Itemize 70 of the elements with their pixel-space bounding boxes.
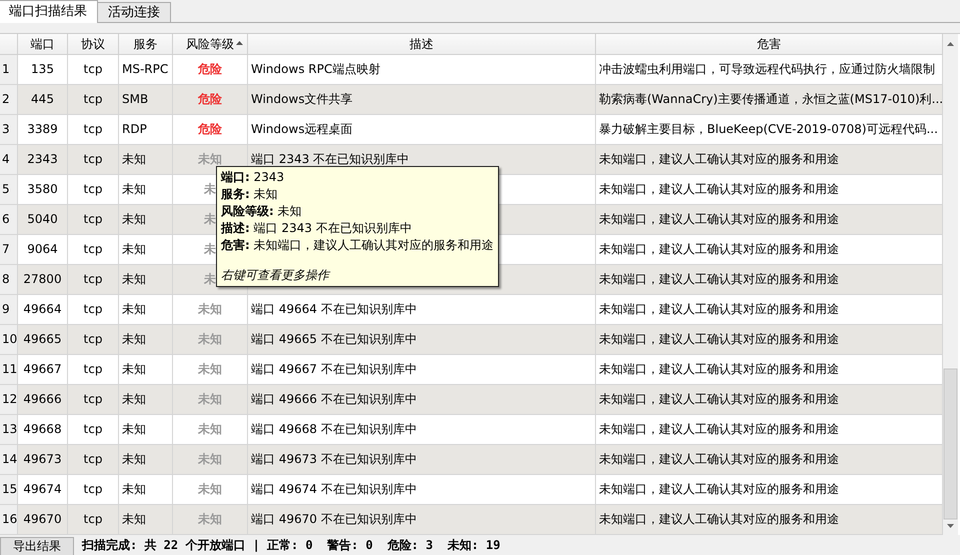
table-cell: 49673 <box>18 445 68 475</box>
table-cell: 未知端口，建议人工确认其对应的服务和用途 <box>596 205 943 235</box>
row-number: 12 <box>0 385 18 415</box>
row-number: 11 <box>0 355 18 385</box>
table-cell: 49670 <box>18 505 68 535</box>
column-header[interactable]: 风险等级 <box>173 34 248 55</box>
table-cell: 端口 49665 不在已知识别库中 <box>248 325 596 355</box>
row-number: 15 <box>0 475 18 505</box>
table-cell: tcp <box>68 265 119 295</box>
row-number: 16 <box>0 505 18 535</box>
table-cell: 2343 <box>18 145 68 175</box>
table-cell: 端口 49670 不在已知识别库中 <box>248 505 596 535</box>
row-number: 9 <box>0 295 18 325</box>
export-button[interactable]: 导出结果 <box>0 536 74 555</box>
table-cell: 49666 <box>18 385 68 415</box>
row-number: 4 <box>0 145 18 175</box>
row-number: 8 <box>0 265 18 295</box>
table-cell: 未知 <box>173 505 248 535</box>
table-cell: 5040 <box>18 205 68 235</box>
table-cell: SMB <box>119 85 173 115</box>
table-cell: 未知端口，建议人工确认其对应的服务和用途 <box>596 505 943 535</box>
table-cell: tcp <box>68 325 119 355</box>
row-number: 14 <box>0 445 18 475</box>
tab[interactable]: 活动连接 <box>97 2 171 22</box>
table-cell: 未知 <box>173 385 248 415</box>
table-cell: 勒索病毒(WannaCry)主要传播通道，永恒之蓝(MS17-010)利... <box>596 85 943 115</box>
status-text: 扫描完成: 共 22 个开放端口 | 正常: 0 警告: 0 危险: 3 未知: 19 <box>82 537 500 554</box>
table-cell: 未知 <box>119 325 173 355</box>
table-cell: 27800 <box>18 265 68 295</box>
table-cell: 未知端口，建议人工确认其对应的服务和用途 <box>596 325 943 355</box>
table-cell: 未知 <box>119 385 173 415</box>
table-cell: tcp <box>68 145 119 175</box>
row-number: 13 <box>0 415 18 445</box>
table-cell: tcp <box>68 445 119 475</box>
row-number: 10 <box>0 325 18 355</box>
column-header[interactable]: 服务 <box>119 34 173 55</box>
row-number: 6 <box>0 205 18 235</box>
table-cell: 未知 <box>119 145 173 175</box>
column-header[interactable]: 端口 <box>18 34 68 55</box>
corner-header[interactable] <box>0 34 18 55</box>
table-cell: tcp <box>68 505 119 535</box>
table-cell: 未知端口，建议人工确认其对应的服务和用途 <box>596 265 943 295</box>
row-number: 2 <box>0 85 18 115</box>
table-cell: 未知 <box>173 325 248 355</box>
table-cell: 端口 49673 不在已知识别库中 <box>248 445 596 475</box>
column-header[interactable]: 协议 <box>68 34 119 55</box>
row-number: 5 <box>0 175 18 205</box>
table-cell: tcp <box>68 85 119 115</box>
table-cell: 未知 <box>119 205 173 235</box>
table-cell: 未知 <box>119 505 173 535</box>
column-header[interactable]: 描述 <box>248 34 596 55</box>
table-cell: 未知端口，建议人工确认其对应的服务和用途 <box>596 445 943 475</box>
table-cell: 未知端口，建议人工确认其对应的服务和用途 <box>596 385 943 415</box>
scrollbar[interactable] <box>943 34 958 535</box>
tab[interactable]: 端口扫描结果 <box>0 0 98 23</box>
table-cell: tcp <box>68 385 119 415</box>
table-cell: 49665 <box>18 325 68 355</box>
row-number: 7 <box>0 235 18 265</box>
table-cell: 未知 <box>119 445 173 475</box>
table-cell: 未知端口，建议人工确认其对应的服务和用途 <box>596 145 943 175</box>
row-number: 1 <box>0 55 18 85</box>
table-cell: 未知 <box>119 265 173 295</box>
table-cell: Windows文件共享 <box>248 85 596 115</box>
table-cell: tcp <box>68 205 119 235</box>
table-cell: 危险 <box>173 85 248 115</box>
table-cell: 端口 49666 不在已知识别库中 <box>248 385 596 415</box>
row-number: 3 <box>0 115 18 145</box>
table-cell: 未知 <box>173 445 248 475</box>
column-header[interactable]: 危害 <box>596 34 943 55</box>
table-cell: 445 <box>18 85 68 115</box>
